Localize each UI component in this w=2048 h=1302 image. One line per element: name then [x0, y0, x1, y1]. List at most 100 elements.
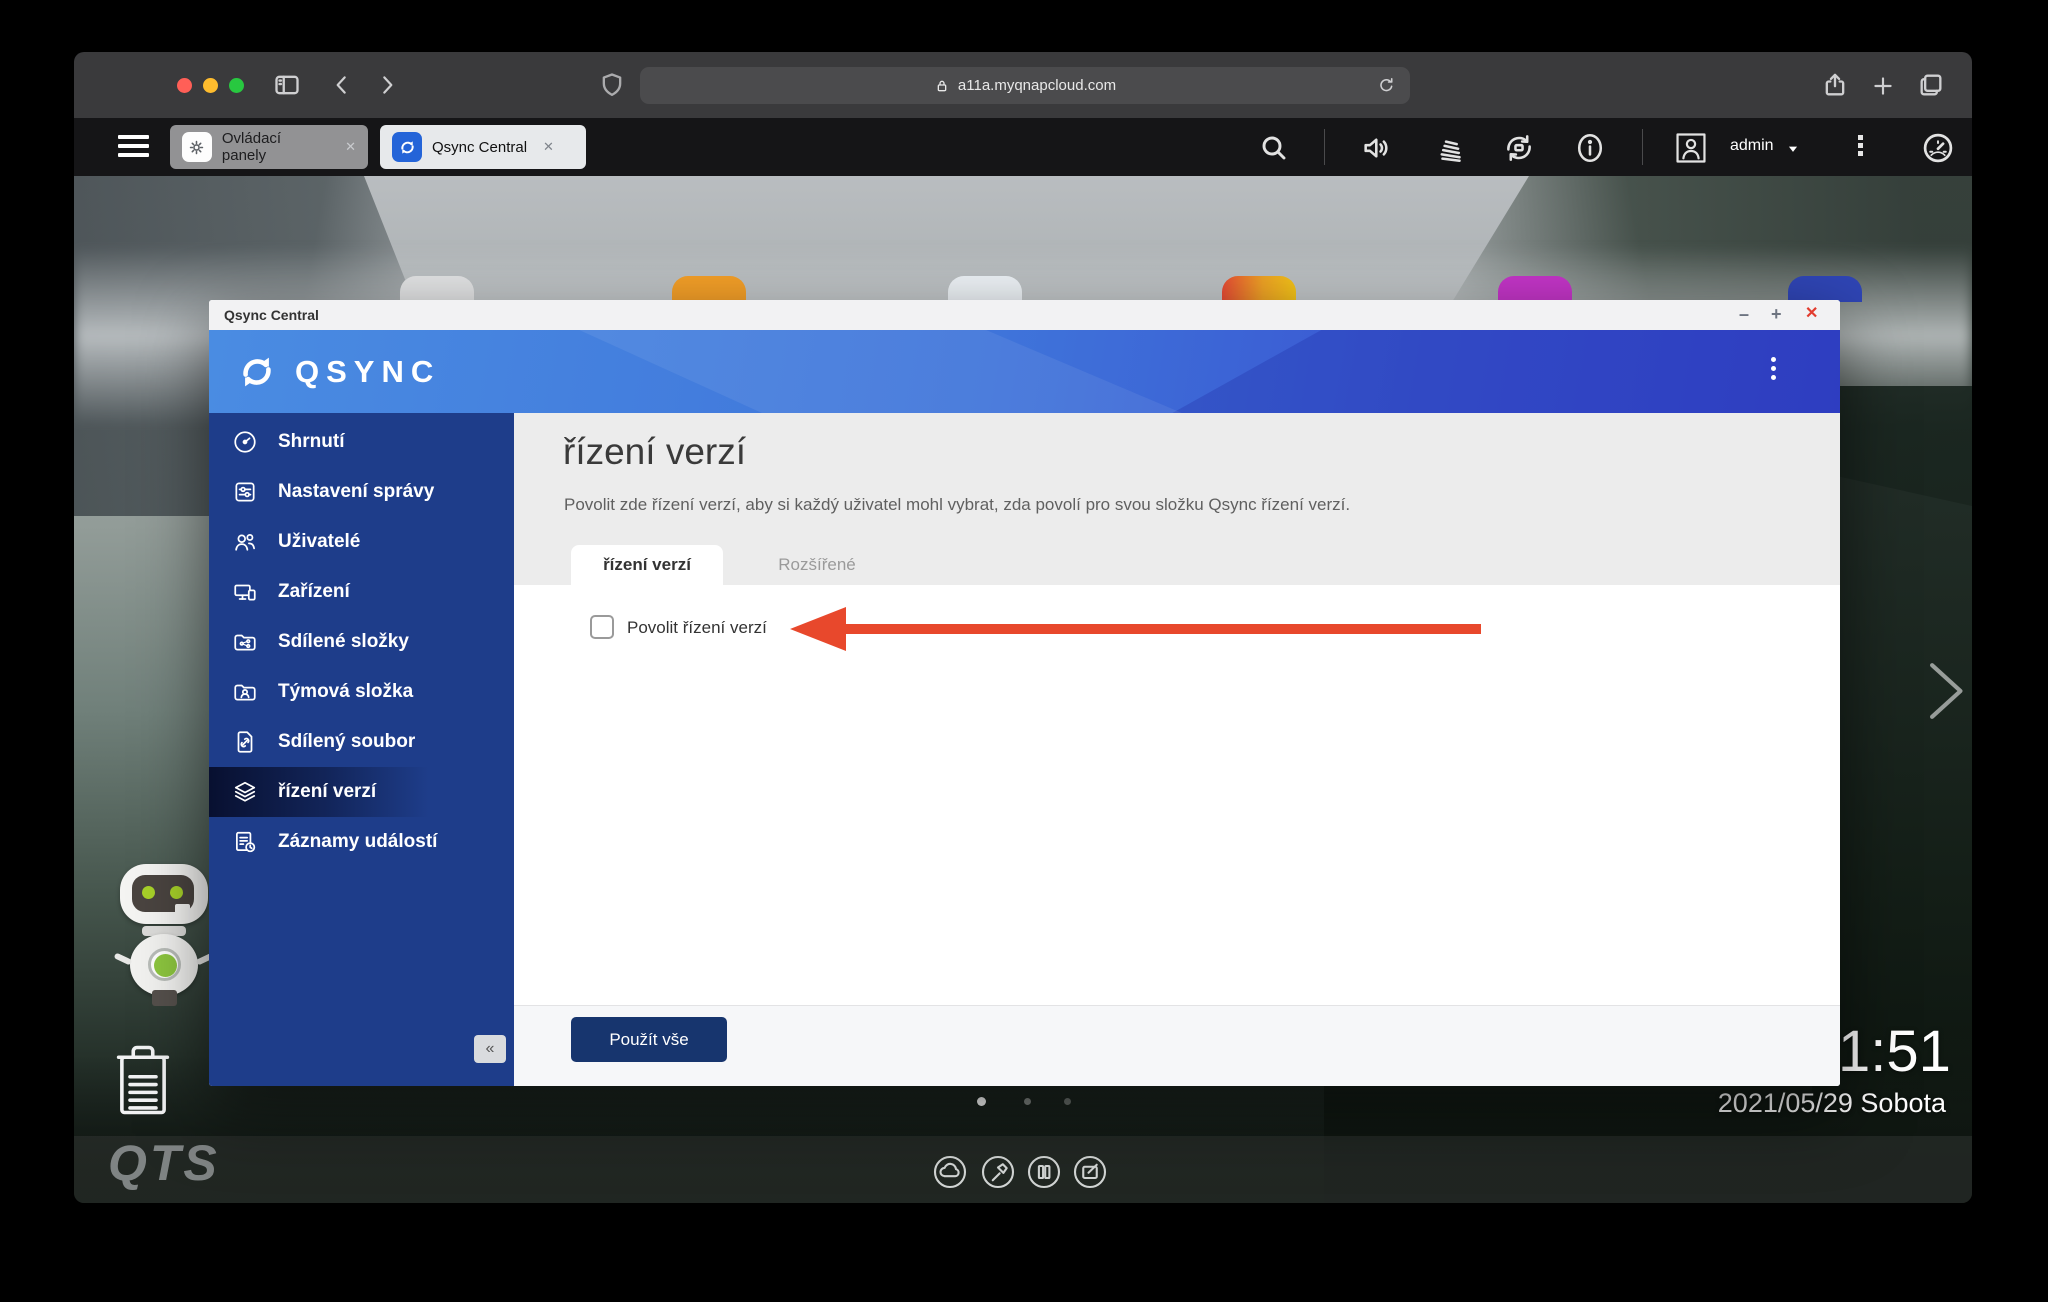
sidebar-item-label: Týmová složka: [278, 681, 413, 703]
desktop-app-icon[interactable]: [948, 276, 1022, 302]
privacy-shield-icon[interactable]: [598, 71, 626, 99]
myqnapcloud-icon[interactable]: [932, 1154, 968, 1190]
qts-os-logo: QTS: [108, 1134, 220, 1192]
annotation-arrow-shaft: [844, 624, 1481, 634]
background-tasks-icon[interactable]: [1434, 131, 1468, 165]
traffic-close-button[interactable]: [177, 78, 192, 93]
reload-icon[interactable]: [1377, 76, 1396, 95]
apply-all-button[interactable]: Použít vše: [571, 1017, 727, 1062]
desktop-app-icon[interactable]: [672, 276, 746, 302]
qsync-header: QSYNC: [209, 330, 1840, 413]
window-minimize-button[interactable]: –: [1739, 305, 1749, 323]
sidebar-toggle-icon[interactable]: [272, 71, 302, 99]
gauge-icon: [232, 429, 258, 455]
window-close-button[interactable]: ✕: [1805, 306, 1818, 322]
sidebar-collapse-button[interactable]: «: [474, 1035, 506, 1063]
sidebar-item-summary[interactable]: Shrnutí: [209, 417, 514, 467]
sidebar-item-label: Záznamy událostí: [278, 831, 437, 853]
robot-mascot: [112, 864, 216, 1009]
qts-desktop: QTS 1:51 2021/05/29 Sobota: [74, 176, 1972, 1203]
close-tab-icon[interactable]: ✕: [345, 139, 356, 155]
shared-file-icon: [232, 729, 258, 755]
sidebar-item-management-settings[interactable]: Nastavení správy: [209, 467, 514, 517]
sidebar-item-label: Zařízení: [278, 581, 350, 603]
next-page-chevron-icon[interactable]: [1914, 654, 1972, 728]
qsync-central-window: Qsync Central – + ✕ QSYNC: [209, 300, 1840, 1086]
users-icon: [232, 529, 258, 555]
back-icon[interactable]: [329, 72, 355, 98]
page-title: řízení verzí: [563, 431, 746, 473]
browser-window: a11a.myqnapcloud.com: [74, 52, 1972, 1203]
taskbar-tab-label: Ovládací panely: [222, 130, 329, 164]
sidebar-item-devices[interactable]: Zařízení: [209, 567, 514, 617]
desktop-clock: 1:51: [1838, 1018, 1951, 1085]
desktop-page-dot[interactable]: [1024, 1098, 1031, 1105]
taskbar-tab-control-panel[interactable]: Ovládací panely ✕: [170, 125, 368, 169]
enable-version-control-checkbox[interactable]: [590, 615, 614, 639]
share-icon[interactable]: [1821, 70, 1849, 100]
screen: a11a.myqnapcloud.com: [0, 0, 2048, 1302]
tab-overview-icon[interactable]: [1917, 71, 1945, 99]
control-panel-icon: [182, 132, 212, 162]
annotation-arrow-icon: [790, 607, 846, 651]
sidebar-item-version-control[interactable]: řízení verzí: [209, 767, 514, 817]
sidebar-item-team-folder[interactable]: Týmová složka: [209, 667, 514, 717]
volume-icon[interactable]: [1360, 131, 1394, 165]
qsync-brand-text: QSYNC: [295, 354, 440, 390]
search-icon[interactable]: [1258, 132, 1290, 164]
taskbar-divider: [1642, 129, 1643, 165]
browser-toolbar: a11a.myqnapcloud.com: [74, 52, 1972, 118]
sidebar-item-users[interactable]: Uživatelé: [209, 517, 514, 567]
shared-folder-icon: [232, 629, 258, 655]
header-deco-shape: [1106, 330, 1840, 413]
main-menu-button[interactable]: [118, 135, 149, 157]
desktop-page-dot[interactable]: [1064, 1098, 1071, 1105]
desktop-page-dot-active[interactable]: [977, 1097, 986, 1106]
sidebar-item-label: řízení verzí: [278, 781, 376, 803]
tab-advanced[interactable]: Rozšířené: [742, 545, 892, 585]
taskbar-tab-qsync-central[interactable]: Qsync Central ✕: [380, 125, 586, 169]
window-maximize-button[interactable]: +: [1771, 305, 1782, 323]
caret-down-icon: [1786, 142, 1800, 156]
dashboard-gauge-icon[interactable]: [1920, 130, 1956, 166]
info-icon[interactable]: [1573, 131, 1607, 165]
url-bar[interactable]: a11a.myqnapcloud.com: [640, 67, 1410, 104]
user-avatar-icon[interactable]: [1672, 129, 1710, 167]
qsync-sidebar: Shrnutí Nastavení správy Uživatelé Zaříz…: [209, 413, 514, 1086]
recycle-bin-icon[interactable]: [104, 1032, 182, 1128]
window-title: Qsync Central: [224, 307, 319, 323]
traffic-zoom-button[interactable]: [229, 78, 244, 93]
taskbar-options-icon[interactable]: [1858, 132, 1863, 159]
manual-icon[interactable]: [1026, 1154, 1062, 1190]
tab-version-control[interactable]: řízení verzí: [571, 545, 723, 585]
close-tab-icon[interactable]: ✕: [543, 139, 554, 155]
desktop-app-icon[interactable]: [1498, 276, 1572, 302]
sidebar-item-label: Nastavení správy: [278, 481, 434, 503]
user-menu-label[interactable]: admin: [1730, 137, 1774, 155]
new-tab-icon[interactable]: [1870, 73, 1896, 99]
sidebar-item-label: Sdílený soubor: [278, 731, 415, 753]
desktop-app-icon[interactable]: [400, 276, 474, 302]
header-options-icon[interactable]: [1771, 353, 1776, 384]
desktop-app-icon[interactable]: [1788, 276, 1862, 302]
desktop-app-icon[interactable]: [1222, 276, 1296, 302]
device-sync-icon[interactable]: [1502, 131, 1536, 165]
sidebar-item-event-logs[interactable]: Záznamy událostí: [209, 817, 514, 867]
traffic-minimize-button[interactable]: [203, 78, 218, 93]
feedback-icon[interactable]: [1072, 1154, 1108, 1190]
desktop-date: 2021/05/29 Sobota: [1718, 1088, 1946, 1119]
sidebar-item-shared-file[interactable]: Sdílený soubor: [209, 717, 514, 767]
forward-icon[interactable]: [374, 72, 400, 98]
devices-icon: [232, 579, 258, 605]
utilities-icon[interactable]: [980, 1154, 1016, 1190]
sliders-icon: [232, 479, 258, 505]
window-titlebar[interactable]: Qsync Central – + ✕: [209, 300, 1840, 330]
page-description: Povolit zde řízení verzí, aby si každý u…: [564, 495, 1350, 515]
sidebar-item-label: Uživatelé: [278, 531, 360, 553]
taskbar-divider: [1324, 129, 1325, 165]
qsync-app-icon: [392, 132, 422, 162]
sidebar-item-label: Sdílené složky: [278, 631, 409, 653]
sidebar-item-shared-folders[interactable]: Sdílené složky: [209, 617, 514, 667]
version-control-page: řízení verzí Povolit zde řízení verzí, a…: [514, 413, 1840, 1086]
desktop-bottom-band: [74, 1136, 1972, 1203]
